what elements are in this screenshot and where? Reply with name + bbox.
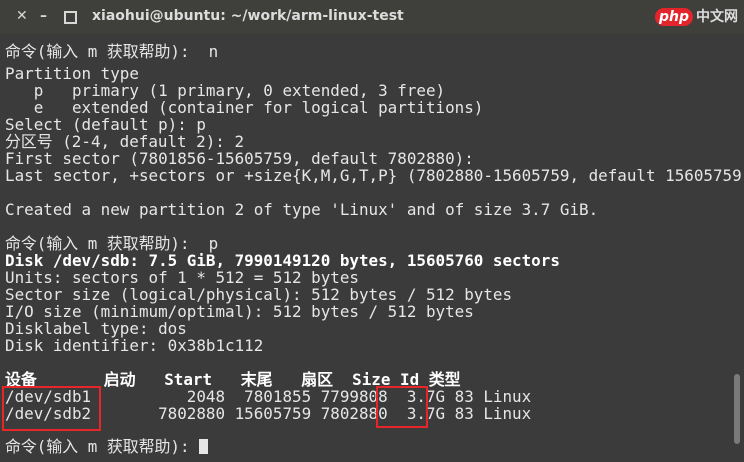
- terminal-line: 命令(输入 m 获取帮助): p: [5, 234, 219, 253]
- terminal-line: Created a new partition 2 of type 'Linux…: [5, 200, 599, 219]
- terminal-line: Partition type: [5, 64, 139, 83]
- terminal-line: First sector (7801856-15605759, default …: [5, 149, 474, 168]
- terminal-line: I/O size (minimum/optimal): 512 bytes / …: [5, 302, 474, 321]
- size-highlight-box: [376, 386, 428, 428]
- disk-info-line: Disk /dev/sdb: 7.5 GiB, 7990149120 bytes…: [5, 251, 560, 270]
- terminal-line: e extended (container for logical partit…: [5, 98, 484, 117]
- terminal-output[interactable]: 命令(输入 m 获取帮助): n Partition type p primar…: [5, 0, 744, 455]
- device-highlight-box: [2, 386, 101, 431]
- terminal-line: Disk identifier: 0x38b1c112: [5, 336, 264, 355]
- terminal-line: 命令(输入 m 获取帮助): n: [5, 42, 219, 61]
- terminal-line: Disklabel type: dos: [5, 319, 187, 338]
- terminal-line: Sector size (logical/physical): 512 byte…: [5, 285, 513, 304]
- terminal-line: Select (default p): p: [5, 115, 206, 134]
- terminal-window: ✕ – ▫ xiaohui@ubuntu: ~/work/arm-linux-t…: [0, 0, 744, 462]
- terminal-line: Units: sectors of 1 * 512 = 512 bytes: [5, 268, 359, 287]
- text-cursor: [199, 439, 209, 454]
- prompt-text: 命令(输入 m 获取帮助):: [5, 437, 200, 456]
- terminal-line: 分区号 (2-4, default 2): 2: [5, 132, 245, 151]
- terminal-line: Last sector, +sectors or +size{K,M,G,T,P…: [5, 166, 744, 185]
- scrollbar[interactable]: [734, 374, 740, 444]
- command-prompt[interactable]: 命令(输入 m 获取帮助):: [5, 437, 209, 456]
- terminal-line: p primary (1 primary, 0 extended, 3 free…: [5, 81, 446, 100]
